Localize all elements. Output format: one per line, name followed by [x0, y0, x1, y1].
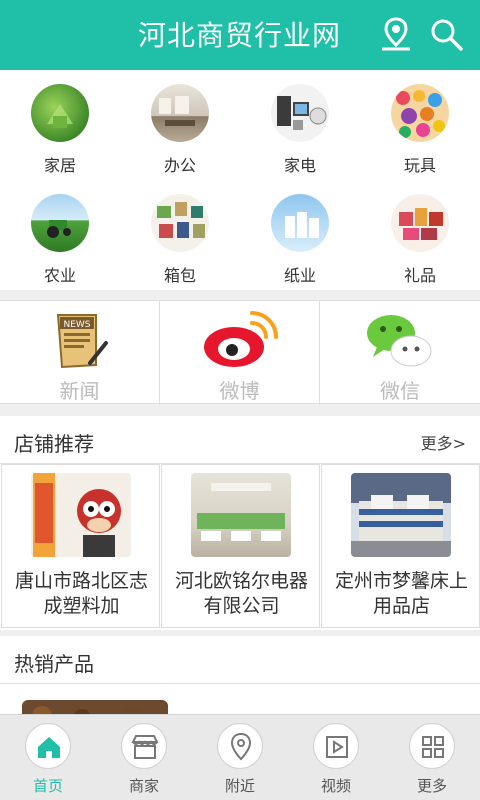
social-row: NEWS 新闻 微博 微信 — [0, 300, 480, 405]
nav-more-label: 更多 — [416, 777, 447, 795]
shop-image — [191, 473, 291, 557]
wechat-icon — [367, 315, 432, 367]
shop-card[interactable]: 唐山市路北区志成塑料加 — [1, 464, 160, 628]
category-item-home[interactable]: 家居 — [0, 70, 120, 180]
video-icon — [313, 723, 359, 769]
category-item-appliance[interactable]: 家电 — [240, 70, 360, 180]
nav-nearby-label: 附近 — [224, 777, 255, 795]
office-icon — [151, 84, 209, 142]
grid-icon — [409, 723, 455, 769]
category-label: 农业 — [43, 266, 76, 285]
category-item-gifts[interactable]: 礼品 — [360, 180, 480, 290]
shop-name: 定州市梦馨床上用品店 — [334, 570, 468, 617]
paper-icon — [271, 194, 329, 252]
location-icon — [217, 723, 263, 769]
category-item-office[interactable]: 办公 — [120, 70, 240, 180]
weibo-label: 微博 — [219, 379, 260, 403]
recommend-title: 店铺推荐 — [14, 432, 94, 456]
weibo-icon — [203, 311, 278, 367]
hot-products-title: 热销产品 — [14, 652, 94, 676]
news-icon: NEWS — [56, 314, 108, 369]
category-item-agriculture[interactable]: 农业 — [0, 180, 120, 290]
more-link[interactable]: 更多> — [421, 430, 466, 454]
nav-home[interactable]: 首页 — [0, 715, 96, 800]
shop-name: 河北欧铭尔电器有限公司 — [174, 570, 308, 617]
shop-image — [351, 473, 451, 557]
gift-icon — [391, 194, 449, 252]
recommend-header: 店铺推荐 更多> — [0, 416, 480, 464]
category-label: 箱包 — [163, 266, 196, 285]
app-title: 河北商贸行业网 — [138, 19, 342, 52]
category-label: 办公 — [163, 156, 196, 175]
shop-icon — [121, 723, 167, 769]
category-label: 家电 — [283, 156, 316, 175]
category-label: 玩具 — [403, 156, 436, 175]
shop-list: 唐山市路北区志成塑料加 河北欧铭尔电器有限公司 定州市梦馨床上用品店 — [0, 464, 480, 630]
app-header: 河北商贸行业网 — [0, 0, 480, 70]
shop-image — [31, 473, 131, 557]
home-icon — [25, 723, 71, 769]
category-item-paper[interactable]: 纸业 — [240, 180, 360, 290]
nav-more[interactable]: 更多 — [384, 715, 480, 800]
agriculture-icon — [31, 194, 89, 252]
category-grid: 家居 办公 家电 玩具 农业 箱包 纸业 礼品 — [0, 70, 480, 290]
shop-card[interactable]: 河北欧铭尔电器有限公司 — [161, 464, 320, 628]
category-label: 纸业 — [283, 266, 316, 285]
nav-video[interactable]: 视频 — [288, 715, 384, 800]
wechat-button[interactable]: 微信 — [320, 301, 480, 405]
nav-shops[interactable]: 商家 — [96, 715, 192, 800]
nav-shops-label: 商家 — [128, 777, 159, 795]
search-icon[interactable] — [428, 16, 464, 52]
hot-products-header: 热销产品 — [0, 636, 480, 684]
weibo-button[interactable]: 微博 — [160, 301, 320, 405]
bottom-nav: 首页 商家 附近 视频 更多 — [0, 714, 480, 800]
category-label: 家居 — [43, 156, 76, 175]
home-furnishing-icon — [31, 84, 89, 142]
news-button[interactable]: NEWS 新闻 — [0, 301, 160, 405]
shop-card[interactable]: 定州市梦馨床上用品店 — [321, 464, 480, 628]
shop-name: 唐山市路北区志成塑料加 — [14, 570, 148, 617]
luggage-icon — [151, 194, 209, 252]
category-label: 礼品 — [403, 266, 436, 285]
category-item-toys[interactable]: 玩具 — [360, 70, 480, 180]
map-location-icon[interactable] — [378, 16, 414, 52]
nav-nearby[interactable]: 附近 — [192, 715, 288, 800]
news-label: 新闻 — [59, 379, 100, 403]
appliance-icon — [271, 84, 329, 142]
toy-icon — [391, 84, 449, 142]
wechat-label: 微信 — [380, 379, 420, 403]
nav-home-label: 首页 — [32, 777, 63, 795]
nav-video-label: 视频 — [320, 777, 351, 795]
svg-text:NEWS: NEWS — [63, 320, 90, 330]
category-item-luggage[interactable]: 箱包 — [120, 180, 240, 290]
